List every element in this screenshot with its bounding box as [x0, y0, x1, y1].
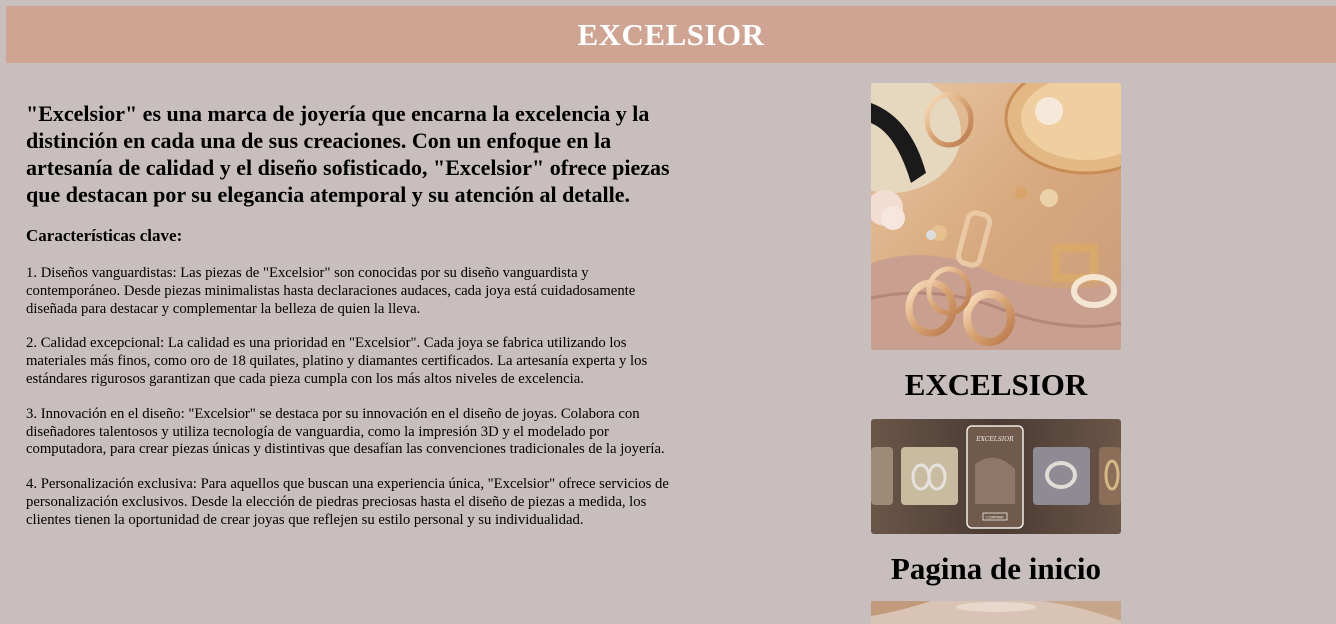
page: EXCELSIOR "Excelsior" es una marca de jo… [0, 0, 1336, 624]
jewelry-photo[interactable] [871, 83, 1121, 350]
feature-paragraph-1: 1. Diseños vanguardistas: Las piezas de … [26, 265, 636, 317]
phone-brand-text: EXCELSIOR [975, 436, 1014, 443]
feature-paragraph-2: 2. Calidad excepcional: La calidad es un… [26, 335, 648, 387]
features-heading: Características clave: [26, 226, 183, 245]
jewelry-photo-partial[interactable] [871, 601, 1121, 624]
site-title: EXCELSIOR [577, 16, 765, 52]
feature-paragraph-4: 4. Personalización exclusiva: Para aquel… [26, 476, 669, 528]
main-content: "Excelsior" es una marca de joyería que … [26, 100, 676, 547]
phone-shop-button: COMPRAR [986, 516, 1004, 520]
app-preview-banner[interactable]: EXCELSIOR COMPRAR [871, 419, 1121, 534]
intro-text: "Excelsior" es una marca de joyería que … [26, 101, 670, 207]
sidebar-caption-excelsior: EXCELSIOR [904, 367, 1088, 402]
sidebar: EXCELSIOR EXCELSIOR COMPRAR Pagina de in… [871, 83, 1121, 624]
site-header: EXCELSIOR [6, 6, 1336, 63]
sidebar-caption-home: Pagina de inicio [890, 551, 1102, 586]
feature-paragraph-3: 3. Innovación en el diseño: "Excelsior" … [26, 405, 665, 458]
